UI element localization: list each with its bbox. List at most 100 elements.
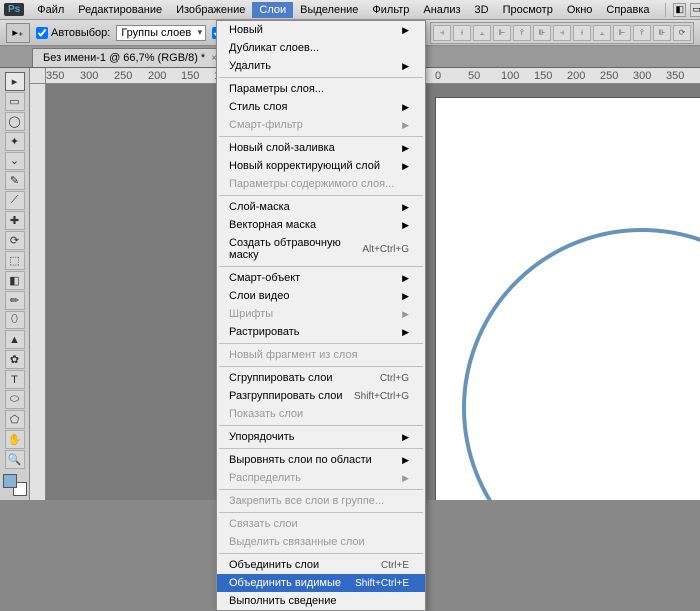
menu-separator	[219, 512, 423, 513]
menu-выделение[interactable]: Выделение	[293, 2, 365, 18]
menu-item[interactable]: Сгруппировать слоиCtrl+G	[217, 369, 425, 387]
tool-button[interactable]: ✦	[5, 132, 25, 151]
menu-item: Новый фрагмент из слоя	[217, 346, 425, 364]
submenu-arrow-icon: ▶	[402, 273, 409, 284]
menu-item[interactable]: Слой-маска▶	[217, 198, 425, 216]
menu-item: Параметры содержимого слоя...	[217, 175, 425, 193]
submenu-arrow-icon: ▶	[402, 161, 409, 172]
menu-item[interactable]: Растрировать▶	[217, 323, 425, 341]
menu-item-label: Объединить видимые	[229, 577, 341, 589]
ruler-mark: 300	[633, 70, 651, 82]
ruler-mark: 150	[181, 70, 199, 82]
ruler-mark: 250	[114, 70, 132, 82]
tool-button[interactable]: ⬚	[5, 251, 25, 270]
menu-item[interactable]: Упорядочить▶	[217, 428, 425, 446]
document-tab[interactable]: Без имени-1 @ 66,7% (RGB/8) *×	[32, 48, 228, 67]
menubar: Ps ФайлРедактированиеИзображениеСлоиВыде…	[0, 0, 700, 20]
align-btn[interactable]: ⟊	[453, 25, 471, 41]
menu-справка[interactable]: Справка	[599, 2, 656, 18]
menu-item[interactable]: Новый корректирующий слой▶	[217, 157, 425, 175]
menu-item[interactable]: Выполнить сведение	[217, 592, 425, 610]
tool-button[interactable]: ✎	[5, 171, 25, 190]
menu-item[interactable]: Объединить видимыеShift+Ctrl+E	[217, 574, 425, 592]
align-btn[interactable]: ⫯	[633, 25, 651, 41]
layout-icon-1[interactable]: ◧	[673, 3, 686, 17]
menu-item-label: Выполнить сведение	[229, 595, 337, 607]
menu-item[interactable]: Параметры слоя...	[217, 80, 425, 98]
tool-button[interactable]: ✚	[5, 211, 25, 230]
menu-separator	[219, 489, 423, 490]
tool-button[interactable]: ⟋	[5, 191, 25, 210]
menu-item-label: Смарт-объект	[229, 272, 300, 284]
align-btn[interactable]: ⫞	[433, 25, 451, 41]
align-btn[interactable]: ⊪	[653, 25, 671, 41]
tool-button[interactable]: ◧	[5, 271, 25, 290]
tool-button[interactable]: 🔍	[5, 450, 25, 469]
menu-item[interactable]: Разгруппировать слоиShift+Ctrl+G	[217, 387, 425, 405]
tool-button[interactable]: ▭	[5, 92, 25, 111]
menu-item[interactable]: Векторная маска▶	[217, 216, 425, 234]
align-btn[interactable]: ⫠	[593, 25, 611, 41]
tool-button[interactable]: ⬭	[5, 390, 25, 409]
align-btn[interactable]: ⟊	[573, 25, 591, 41]
align-btn[interactable]: ⫞	[553, 25, 571, 41]
menu-окно[interactable]: Окно	[560, 2, 600, 18]
layout-icon-2[interactable]: ▭	[690, 3, 700, 17]
align-btn[interactable]: ⫠	[473, 25, 491, 41]
fg-color-swatch[interactable]	[3, 474, 17, 488]
tab-label: Без имени-1 @ 66,7% (RGB/8) *	[43, 52, 205, 64]
align-btn[interactable]: ⊩	[493, 25, 511, 41]
auto-select-checkbox[interactable]: Автовыбор:	[36, 27, 110, 39]
align-btn[interactable]: ⊩	[613, 25, 631, 41]
menu-item[interactable]: Выровнять слои по области▶	[217, 451, 425, 469]
menu-item[interactable]: Новый слой-заливка▶	[217, 139, 425, 157]
menu-item-label: Распределить	[229, 472, 301, 484]
menu-фильтр[interactable]: Фильтр	[365, 2, 416, 18]
submenu-arrow-icon: ▶	[402, 202, 409, 213]
tool-button[interactable]: ◯	[5, 112, 25, 131]
zoom-group: ◧ ▭ 66,7% ▾ ▦	[657, 0, 700, 22]
menu-item-label: Выделить связанные слои	[229, 536, 365, 548]
align-btn[interactable]: ⟳	[673, 25, 691, 41]
tool-button[interactable]: T	[5, 370, 25, 389]
menu-item[interactable]: Удалить▶	[217, 57, 425, 75]
menu-item[interactable]: Создать обтравочную маскуAlt+Ctrl+G	[217, 234, 425, 264]
tool-button[interactable]: ⬠	[5, 410, 25, 429]
menu-слои[interactable]: Слои	[252, 2, 293, 18]
tool-button[interactable]: ⟳	[5, 231, 25, 250]
tool-button[interactable]: ⌄	[5, 152, 25, 171]
menu-separator	[219, 266, 423, 267]
menu-item[interactable]: Стиль слоя▶	[217, 98, 425, 116]
menu-item[interactable]: Объединить слоиCtrl+E	[217, 556, 425, 574]
align-btn[interactable]: ⫯	[513, 25, 531, 41]
color-swatches[interactable]	[3, 474, 27, 497]
shortcut-label: Alt+Ctrl+G	[362, 244, 409, 255]
auto-select-input[interactable]	[36, 27, 48, 39]
menu-item[interactable]: Слои видео▶	[217, 287, 425, 305]
menu-изображение[interactable]: Изображение	[169, 2, 252, 18]
ruler-mark: 300	[80, 70, 98, 82]
auto-select-combo[interactable]: Группы слоев	[116, 25, 206, 41]
menu-просмотр[interactable]: Просмотр	[496, 2, 560, 18]
tool-button[interactable]: ▸	[5, 72, 25, 91]
ruler-corner	[30, 68, 46, 84]
tool-button[interactable]: ⬯	[5, 311, 25, 330]
shortcut-label: Ctrl+G	[380, 373, 409, 384]
menu-файл[interactable]: Файл	[30, 2, 71, 18]
tool-button[interactable]: ✏	[5, 291, 25, 310]
tool-button[interactable]: ▲	[5, 330, 25, 349]
move-tool-preview[interactable]: ▸₊	[6, 23, 30, 43]
menu-3d[interactable]: 3D	[468, 2, 496, 18]
submenu-arrow-icon: ▶	[402, 327, 409, 338]
menu-редактирование[interactable]: Редактирование	[71, 2, 169, 18]
align-btn[interactable]: ⊪	[533, 25, 551, 41]
app-logo: Ps	[4, 3, 24, 16]
menu-анализ[interactable]: Анализ	[416, 2, 467, 18]
menu-item[interactable]: Дубликат слоев...	[217, 39, 425, 57]
menu-item[interactable]: Новый▶	[217, 21, 425, 39]
menu-separator	[219, 448, 423, 449]
menu-item: Показать слои	[217, 405, 425, 423]
tool-button[interactable]: ✋	[5, 430, 25, 449]
tool-button[interactable]: ✿	[5, 350, 25, 369]
menu-item[interactable]: Смарт-объект ▶	[217, 269, 425, 287]
